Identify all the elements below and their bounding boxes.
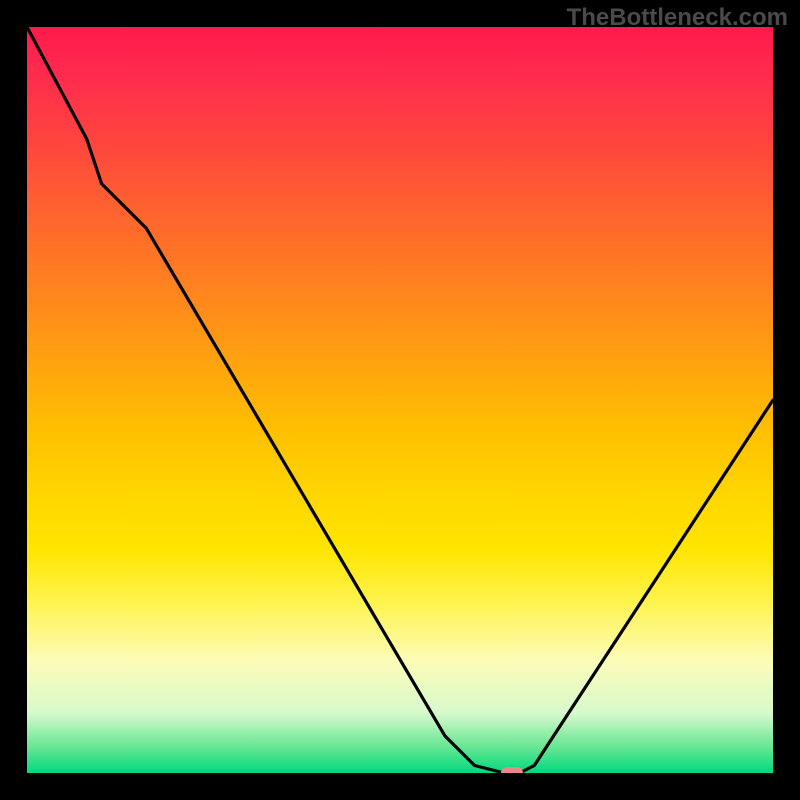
chart-frame: TheBottleneck.com bbox=[0, 0, 800, 800]
optimal-marker bbox=[501, 767, 523, 773]
watermark-text: TheBottleneck.com bbox=[567, 4, 788, 32]
plot-area bbox=[27, 27, 773, 773]
gradient-background bbox=[27, 27, 773, 773]
